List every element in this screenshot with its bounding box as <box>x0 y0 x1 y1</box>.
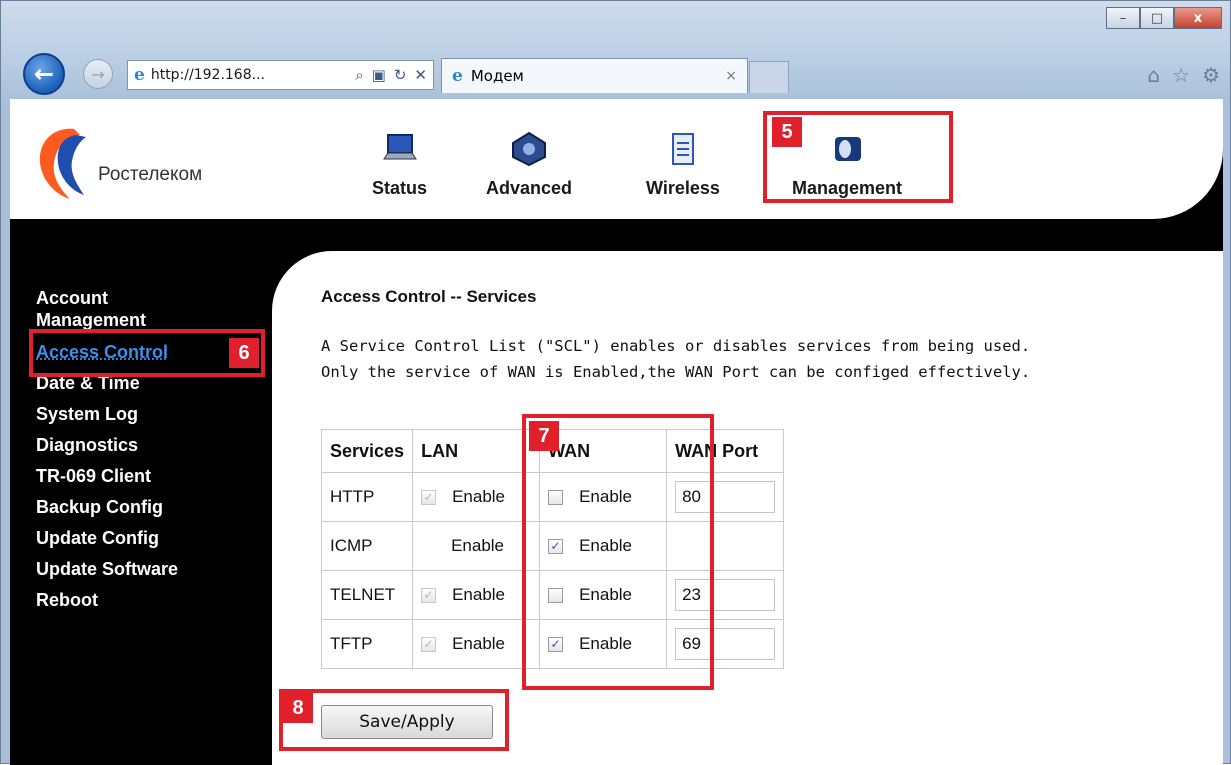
new-tab-button[interactable] <box>749 61 789 93</box>
annotation-number-6: 6 <box>229 338 259 368</box>
sidebar-item-system-log[interactable]: System Log <box>36 399 186 430</box>
sidebar-item-update-config[interactable]: Update Config <box>36 523 186 554</box>
lan-cell: ✓ Enable <box>413 473 540 522</box>
forward-button[interactable]: → <box>83 59 113 89</box>
address-bar[interactable]: e http://192.168... ⌕ ▣ ↻ ✕ <box>127 60 434 90</box>
nav-status-label: Status <box>372 178 427 198</box>
sidebar-item-account-management[interactable]: Account Management <box>36 287 186 331</box>
brand-name: Ростелеком <box>98 164 202 186</box>
service-name: TELNET <box>322 571 413 620</box>
compat-view-icon[interactable]: ▣ <box>372 66 386 84</box>
close-window-button[interactable]: x <box>1174 7 1222 29</box>
chip-icon <box>509 131 549 167</box>
lan-enable-label: Enable <box>452 487 505 506</box>
browser-tab[interactable]: e Модем × <box>441 58 748 93</box>
lan-checkbox: ✓ <box>421 588 436 603</box>
lan-enable-label: Enable <box>452 585 505 604</box>
rostelecom-logo-icon <box>36 125 88 203</box>
nav-status[interactable]: Status <box>372 131 427 199</box>
minimize-button[interactable]: – <box>1106 7 1140 29</box>
sidebar-item-diagnostics[interactable]: Diagnostics <box>36 430 186 461</box>
nav-wireless[interactable]: Wireless <box>646 131 720 199</box>
annotation-number-7: 7 <box>529 421 559 451</box>
lan-cell: ✓ Enable <box>413 620 540 669</box>
lan-cell: Enable <box>413 522 540 571</box>
address-text[interactable]: http://192.168... <box>151 67 265 83</box>
sidebar-item-label: Account Management <box>36 287 186 331</box>
nav-advanced-label: Advanced <box>486 178 572 198</box>
tab-title: Модем <box>471 67 524 85</box>
annotation-box-7 <box>522 414 714 690</box>
clipboard-icon <box>663 131 703 167</box>
favorites-star-icon[interactable]: ☆ <box>1172 63 1190 87</box>
lan-enable-label: Enable <box>452 634 505 653</box>
search-icon[interactable]: ⌕ <box>355 66 363 84</box>
service-name: ICMP <box>322 522 413 571</box>
browser-toolbar-icons: ⌂ ☆ ⚙ <box>1147 63 1220 87</box>
sidebar-item-backup-config[interactable]: Backup Config <box>36 492 186 523</box>
maximize-button[interactable]: □ <box>1140 7 1174 29</box>
window-controls: – □ x <box>1106 7 1222 29</box>
lan-checkbox: ✓ <box>421 637 436 652</box>
sidebar-item-reboot[interactable]: Reboot <box>36 585 186 616</box>
home-icon[interactable]: ⌂ <box>1147 63 1160 87</box>
header-services: Services <box>322 430 413 473</box>
annotation-number-8: 8 <box>283 693 313 723</box>
header-lan: LAN <box>413 430 540 473</box>
arrow-right-icon: → <box>91 65 104 84</box>
service-name: HTTP <box>322 473 413 522</box>
brand-logo: Ростелеком <box>36 125 202 203</box>
lan-enable-label: Enable <box>451 536 504 555</box>
gear-icon[interactable]: ⚙ <box>1202 63 1220 87</box>
page-description-line-2: Only the service of WAN is Enabled,the W… <box>321 359 1161 385</box>
laptop-icon <box>380 131 420 167</box>
page-description: A Service Control List ("SCL") enables o… <box>321 333 1161 385</box>
sidebar-item-tr069-client[interactable]: TR-069 Client <box>36 461 186 492</box>
nav-advanced[interactable]: Advanced <box>486 131 572 199</box>
page-description-line-1: A Service Control List ("SCL") enables o… <box>321 333 1161 359</box>
lan-cell: ✓ Enable <box>413 571 540 620</box>
browser-window: – □ x ← → e http://192.168... ⌕ ▣ ↻ ✕ e … <box>0 0 1231 764</box>
lan-checkbox: ✓ <box>421 490 436 505</box>
arrow-left-icon: ← <box>34 60 54 88</box>
page-title: Access Control -- Services <box>321 287 536 307</box>
annotation-box-8 <box>279 689 509 751</box>
sidebar-item-update-software[interactable]: Update Software <box>36 554 186 585</box>
tab-close-button[interactable]: × <box>725 68 737 84</box>
refresh-icon[interactable]: ↻ <box>394 66 407 84</box>
stop-icon[interactable]: ✕ <box>414 66 427 84</box>
router-header: Ростелеком Status Advanced Wireless Mana… <box>10 99 1223 219</box>
annotation-number-5: 5 <box>772 117 802 147</box>
ie-logo-icon: e <box>134 65 145 85</box>
back-button[interactable]: ← <box>23 53 65 95</box>
service-name: TFTP <box>322 620 413 669</box>
address-tools: ⌕ ▣ ↻ ✕ <box>355 66 427 84</box>
ie-logo-icon: e <box>452 66 463 86</box>
nav-wireless-label: Wireless <box>646 178 720 198</box>
